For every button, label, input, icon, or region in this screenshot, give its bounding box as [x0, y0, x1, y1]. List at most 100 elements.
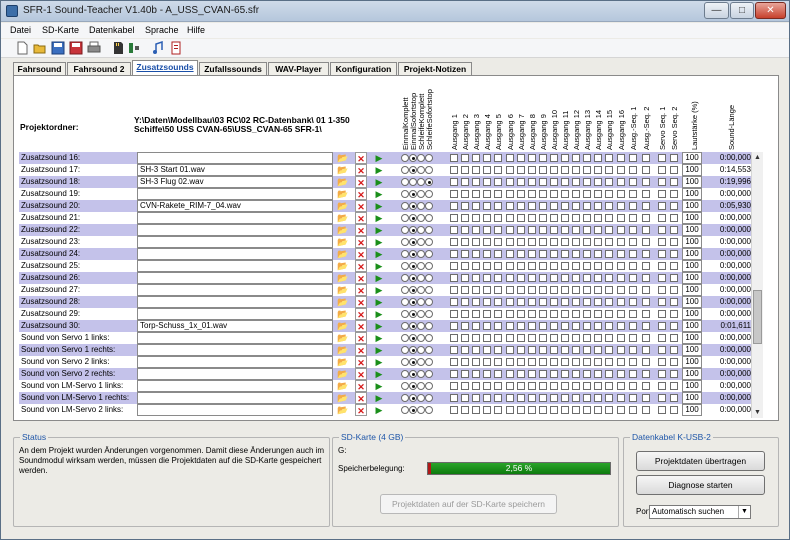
mode-radio[interactable]: [425, 382, 433, 390]
mode-radio[interactable]: [417, 322, 425, 330]
output-checkbox[interactable]: [605, 166, 614, 174]
mode-radio[interactable]: [417, 298, 425, 306]
output-checkbox[interactable]: [505, 298, 514, 306]
volume-input[interactable]: 100: [682, 176, 702, 188]
output-checkbox[interactable]: [605, 286, 614, 294]
output-checkbox[interactable]: [605, 262, 614, 270]
output-checkbox[interactable]: [561, 406, 569, 414]
output-checkbox[interactable]: [483, 238, 492, 246]
output-checkbox[interactable]: [605, 370, 614, 378]
open-folder-icon[interactable]: 📂: [337, 212, 349, 224]
open-folder-icon[interactable]: 📂: [337, 392, 349, 404]
open-folder-icon[interactable]: 📂: [337, 356, 349, 368]
output-checkbox[interactable]: [561, 190, 569, 198]
menu-sprache[interactable]: Sprache: [145, 25, 179, 35]
output-checkbox[interactable]: [527, 214, 536, 222]
output-checkbox[interactable]: [549, 190, 558, 198]
output-checkbox[interactable]: [494, 190, 503, 198]
output-seq-checkbox[interactable]: [629, 298, 637, 306]
output-checkbox[interactable]: [483, 178, 492, 186]
output-checkbox[interactable]: [461, 154, 470, 162]
output-checkbox[interactable]: [561, 238, 569, 246]
output-checkbox[interactable]: [605, 406, 614, 414]
output-seq-checkbox[interactable]: [642, 238, 650, 246]
output-checkbox[interactable]: [605, 382, 614, 390]
sound-file-field[interactable]: [137, 344, 333, 356]
output-checkbox[interactable]: [483, 286, 492, 294]
output-checkbox[interactable]: [450, 226, 458, 234]
volume-input[interactable]: 100: [682, 332, 702, 344]
volume-input[interactable]: 100: [682, 356, 702, 368]
play-icon[interactable]: ▶: [373, 260, 385, 272]
output-checkbox[interactable]: [605, 250, 614, 258]
delete-icon[interactable]: ✕: [355, 296, 367, 308]
output-checkbox[interactable]: [450, 250, 458, 258]
output-checkbox[interactable]: [594, 346, 603, 354]
mode-radio[interactable]: [401, 394, 409, 402]
output-checkbox[interactable]: [549, 406, 558, 414]
open-folder-icon[interactable]: 📂: [337, 164, 349, 176]
servo-seq-checkbox[interactable]: [670, 214, 678, 222]
output-checkbox[interactable]: [616, 214, 625, 222]
sound-file-field[interactable]: [137, 236, 333, 248]
output-checkbox[interactable]: [561, 346, 569, 354]
mode-radio[interactable]: [425, 286, 433, 294]
servo-seq-checkbox[interactable]: [670, 250, 678, 258]
output-checkbox[interactable]: [594, 358, 603, 366]
output-checkbox[interactable]: [527, 178, 536, 186]
output-seq-checkbox[interactable]: [642, 226, 650, 234]
output-checkbox[interactable]: [461, 370, 470, 378]
output-seq-checkbox[interactable]: [629, 178, 637, 186]
output-checkbox[interactable]: [583, 154, 592, 162]
output-checkbox[interactable]: [472, 322, 481, 330]
output-checkbox[interactable]: [527, 154, 536, 162]
servo-seq-checkbox[interactable]: [658, 310, 666, 318]
mode-radio[interactable]: [409, 166, 417, 174]
servo-seq-checkbox[interactable]: [670, 274, 678, 282]
output-checkbox[interactable]: [472, 334, 481, 342]
volume-input[interactable]: 100: [682, 212, 702, 224]
servo-seq-checkbox[interactable]: [670, 298, 678, 306]
output-checkbox[interactable]: [616, 358, 625, 366]
servo-seq-checkbox[interactable]: [670, 226, 678, 234]
output-checkbox[interactable]: [572, 154, 581, 162]
mode-radio[interactable]: [409, 406, 417, 414]
mode-radio[interactable]: [425, 370, 433, 378]
mode-radio[interactable]: [401, 274, 409, 282]
mode-radio[interactable]: [401, 322, 409, 330]
output-checkbox[interactable]: [472, 238, 481, 246]
output-checkbox[interactable]: [494, 394, 503, 402]
volume-input[interactable]: 100: [682, 368, 702, 380]
volume-input[interactable]: 100: [682, 392, 702, 404]
play-icon[interactable]: ▶: [373, 164, 385, 176]
output-checkbox[interactable]: [461, 346, 470, 354]
sound-file-field[interactable]: [137, 224, 333, 236]
output-checkbox[interactable]: [527, 322, 536, 330]
output-checkbox[interactable]: [516, 250, 525, 258]
mode-radio[interactable]: [425, 154, 433, 162]
servo-seq-checkbox[interactable]: [670, 190, 678, 198]
play-icon[interactable]: ▶: [373, 188, 385, 200]
output-checkbox[interactable]: [450, 358, 458, 366]
volume-input[interactable]: 100: [682, 272, 702, 284]
mode-radio[interactable]: [401, 238, 409, 246]
output-checkbox[interactable]: [483, 358, 492, 366]
servo-seq-checkbox[interactable]: [670, 178, 678, 186]
output-checkbox[interactable]: [494, 310, 503, 318]
play-icon[interactable]: ▶: [373, 176, 385, 188]
play-icon[interactable]: ▶: [373, 200, 385, 212]
output-checkbox[interactable]: [505, 166, 514, 174]
mode-radio[interactable]: [425, 238, 433, 246]
delete-icon[interactable]: ✕: [355, 260, 367, 272]
servo-seq-checkbox[interactable]: [658, 322, 666, 330]
output-checkbox[interactable]: [594, 310, 603, 318]
output-checkbox[interactable]: [472, 310, 481, 318]
minimize-button[interactable]: —: [704, 2, 729, 19]
servo-seq-checkbox[interactable]: [658, 358, 666, 366]
mode-radio[interactable]: [409, 190, 417, 198]
output-checkbox[interactable]: [461, 322, 470, 330]
output-checkbox[interactable]: [616, 250, 625, 258]
output-checkbox[interactable]: [538, 298, 547, 306]
output-checkbox[interactable]: [594, 166, 603, 174]
delete-icon[interactable]: ✕: [355, 212, 367, 224]
